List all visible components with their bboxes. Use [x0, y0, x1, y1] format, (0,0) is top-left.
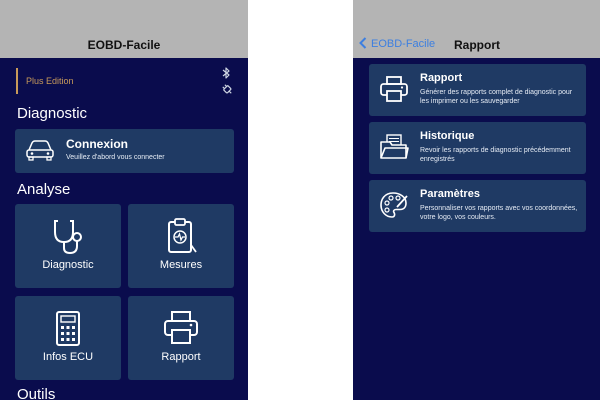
printer-icon: [379, 75, 409, 108]
card-title: Rapport: [420, 72, 463, 84]
tile-label: Rapport: [161, 351, 201, 363]
section-title-analyse: Analyse: [17, 181, 71, 198]
card-description: Générer des rapports complet de diagnost…: [420, 89, 573, 105]
connexion-title: Connexion: [66, 137, 128, 151]
card-title: Historique: [420, 130, 475, 142]
tile-label: Mesures: [159, 259, 203, 271]
calculator-icon: [15, 310, 121, 348]
clipboard-chart-icon: [128, 218, 234, 256]
edition-label: Plus Edition: [16, 68, 74, 94]
nav-title: Rapport: [454, 38, 500, 52]
tile-mesures[interactable]: Mesures: [128, 204, 234, 288]
navigation-bar: EOBD-Facile Rapport: [353, 0, 600, 58]
palette-icon: [379, 191, 409, 224]
plug-icon: [220, 82, 234, 101]
car-icon: [25, 138, 55, 167]
stethoscope-icon: [15, 218, 121, 256]
card-description: Personnaliser vos rapports avec vos coor…: [420, 205, 578, 221]
connexion-subtitle: Veuillez d'abord vous connecter: [66, 154, 165, 161]
tile-infos-ecu[interactable]: Infos ECU: [15, 296, 121, 380]
section-title-diagnostic: Diagnostic: [17, 105, 88, 122]
tile-rapport[interactable]: Rapport: [128, 296, 234, 380]
section-title-outils: Outils: [17, 386, 56, 400]
folder-history-icon: [379, 133, 409, 166]
connexion-card[interactable]: Connexion Veuillez d'abord vous connecte…: [15, 129, 234, 173]
nav-title: EOBD-Facile: [87, 38, 161, 52]
home-screen: EOBD-Facile Plus Edition Diagnostic Conn…: [0, 0, 248, 400]
printer-icon: [128, 310, 234, 346]
card-title: Paramètres: [420, 188, 480, 200]
report-screen: EOBD-Facile Rapport Rapport Générer des …: [353, 0, 600, 400]
historique-card[interactable]: Historique Revoir les rapports de diagno…: [369, 122, 586, 174]
card-description: Revoir les rapports de diagnostic précéd…: [420, 147, 571, 163]
navigation-bar: EOBD-Facile: [0, 0, 248, 58]
tile-label: Infos ECU: [42, 351, 94, 363]
tile-label: Diagnostic: [42, 259, 94, 271]
rapport-card[interactable]: Rapport Générer des rapports complet de …: [369, 64, 586, 116]
parametres-card[interactable]: Paramètres Personnaliser vos rapports av…: [369, 180, 586, 232]
tile-diagnostic[interactable]: Diagnostic: [15, 204, 121, 288]
